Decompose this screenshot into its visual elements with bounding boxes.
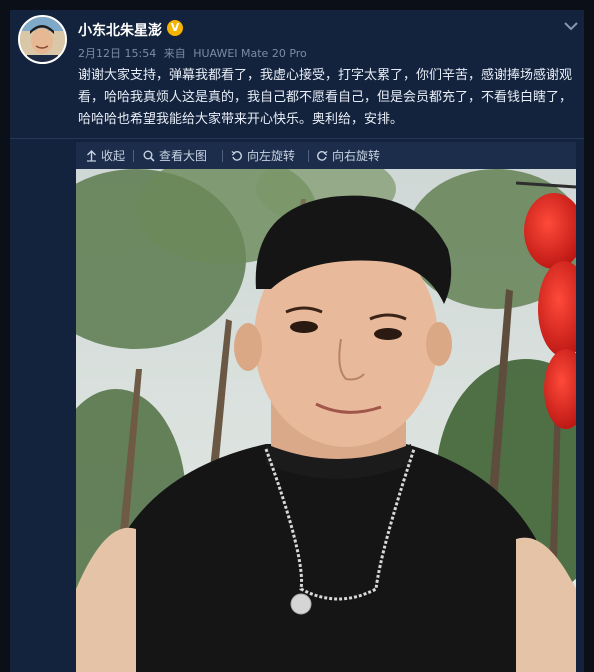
post-content: 谢谢大家支持，弹幕我都看了，我虚心接受，打字太累了，你们辛苦，感谢捧场感谢观看，…	[78, 68, 573, 127]
image-action-bar: 收起 查看大图 向左旋转 向右旋转	[76, 142, 576, 169]
rotate-right-icon	[317, 150, 328, 161]
rotate-right-label: 向右旋转	[332, 149, 381, 163]
post-meta: 2月12日 15:54 来自 HUAWEI Mate 20 Pro	[78, 45, 311, 61]
post-image[interactable]	[76, 169, 576, 672]
rotate-left-label: 向左旋转	[247, 149, 296, 163]
collapse-arrow-icon	[87, 149, 96, 162]
source-prefix: 来自	[163, 47, 186, 60]
separator	[308, 150, 309, 162]
avatar[interactable]	[18, 15, 67, 64]
chevron-down-icon[interactable]	[562, 18, 580, 32]
separator	[222, 150, 223, 162]
avatar-photo-icon	[20, 17, 65, 62]
rotate-left-button[interactable]: 向左旋转	[231, 147, 295, 164]
magnify-icon	[143, 150, 155, 162]
verified-badge-icon: V	[167, 20, 183, 36]
separator	[133, 150, 134, 162]
view-large-label: 查看大图	[159, 149, 208, 163]
view-large-button[interactable]: 查看大图	[143, 147, 207, 164]
rotate-right-button[interactable]: 向右旋转	[316, 147, 380, 164]
weibo-post-card: 小东北朱星澎 V 2月12日 15:54 来自 HUAWEI Mate 20 P…	[10, 10, 584, 672]
username[interactable]: 小东北朱星澎	[78, 20, 162, 40]
selfie-photo-icon	[76, 169, 576, 672]
source-device[interactable]: HUAWEI Mate 20 Pro	[193, 47, 307, 60]
collapse-label: 收起	[101, 149, 126, 163]
collapse-button[interactable]: 收起	[86, 147, 125, 164]
divider	[10, 138, 584, 139]
post-date[interactable]: 2月12日 15:54	[78, 47, 156, 60]
rotate-left-icon	[231, 150, 242, 161]
